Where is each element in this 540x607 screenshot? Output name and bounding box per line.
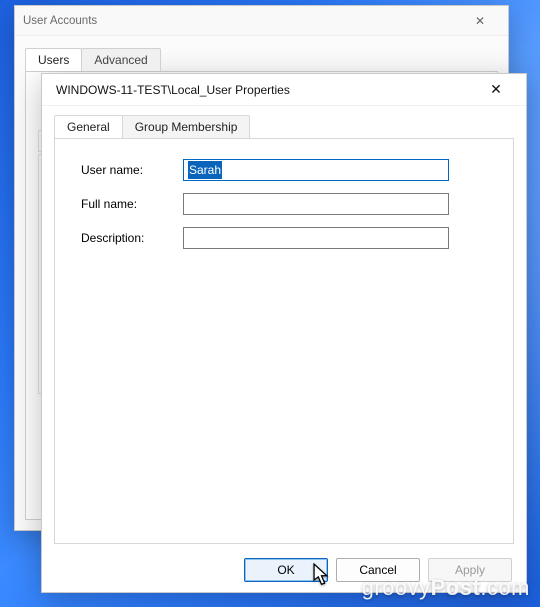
watermark-suffix: Post [431,575,481,600]
properties-title: WINDOWS-11-TEST\Local_User Properties [56,83,474,97]
tab-users[interactable]: Users [25,48,82,71]
properties-body: General Group Membership User name: Sara… [42,106,526,548]
tab-group-membership[interactable]: Group Membership [122,115,251,138]
row-user-name: User name: Sarah [81,159,497,181]
label-full-name: Full name: [81,197,183,211]
full-name-field[interactable] [183,193,449,215]
tab-advanced[interactable]: Advanced [81,48,160,71]
label-description: Description: [81,231,183,245]
user-name-value-selected: Sarah [188,161,222,179]
row-description: Description: [81,227,497,249]
properties-titlebar[interactable]: WINDOWS-11-TEST\Local_User Properties ✕ [42,74,526,106]
tab-general[interactable]: General [54,115,123,138]
description-field[interactable] [183,227,449,249]
user-accounts-title: User Accounts [23,15,460,27]
properties-window: WINDOWS-11-TEST\Local_User Properties ✕ … [41,73,527,593]
watermark-tld: .com [480,575,530,600]
user-accounts-tabs: Users Advanced [25,46,498,71]
ok-button[interactable]: OK [244,558,328,582]
properties-close-button[interactable]: ✕ [474,76,518,104]
user-accounts-close-button[interactable]: ✕ [460,9,500,33]
watermark-prefix: groovy [362,575,431,600]
label-user-name: User name: [81,163,183,177]
user-accounts-titlebar[interactable]: User Accounts ✕ [15,6,508,36]
close-icon: ✕ [490,81,502,98]
user-name-field[interactable]: Sarah [183,159,449,181]
properties-tabs: General Group Membership [54,112,514,138]
row-full-name: Full name: [81,193,497,215]
properties-panel: User name: Sarah Full name: Description: [54,138,514,544]
close-icon: ✕ [475,14,485,28]
watermark: groovyPost.com [362,575,530,601]
